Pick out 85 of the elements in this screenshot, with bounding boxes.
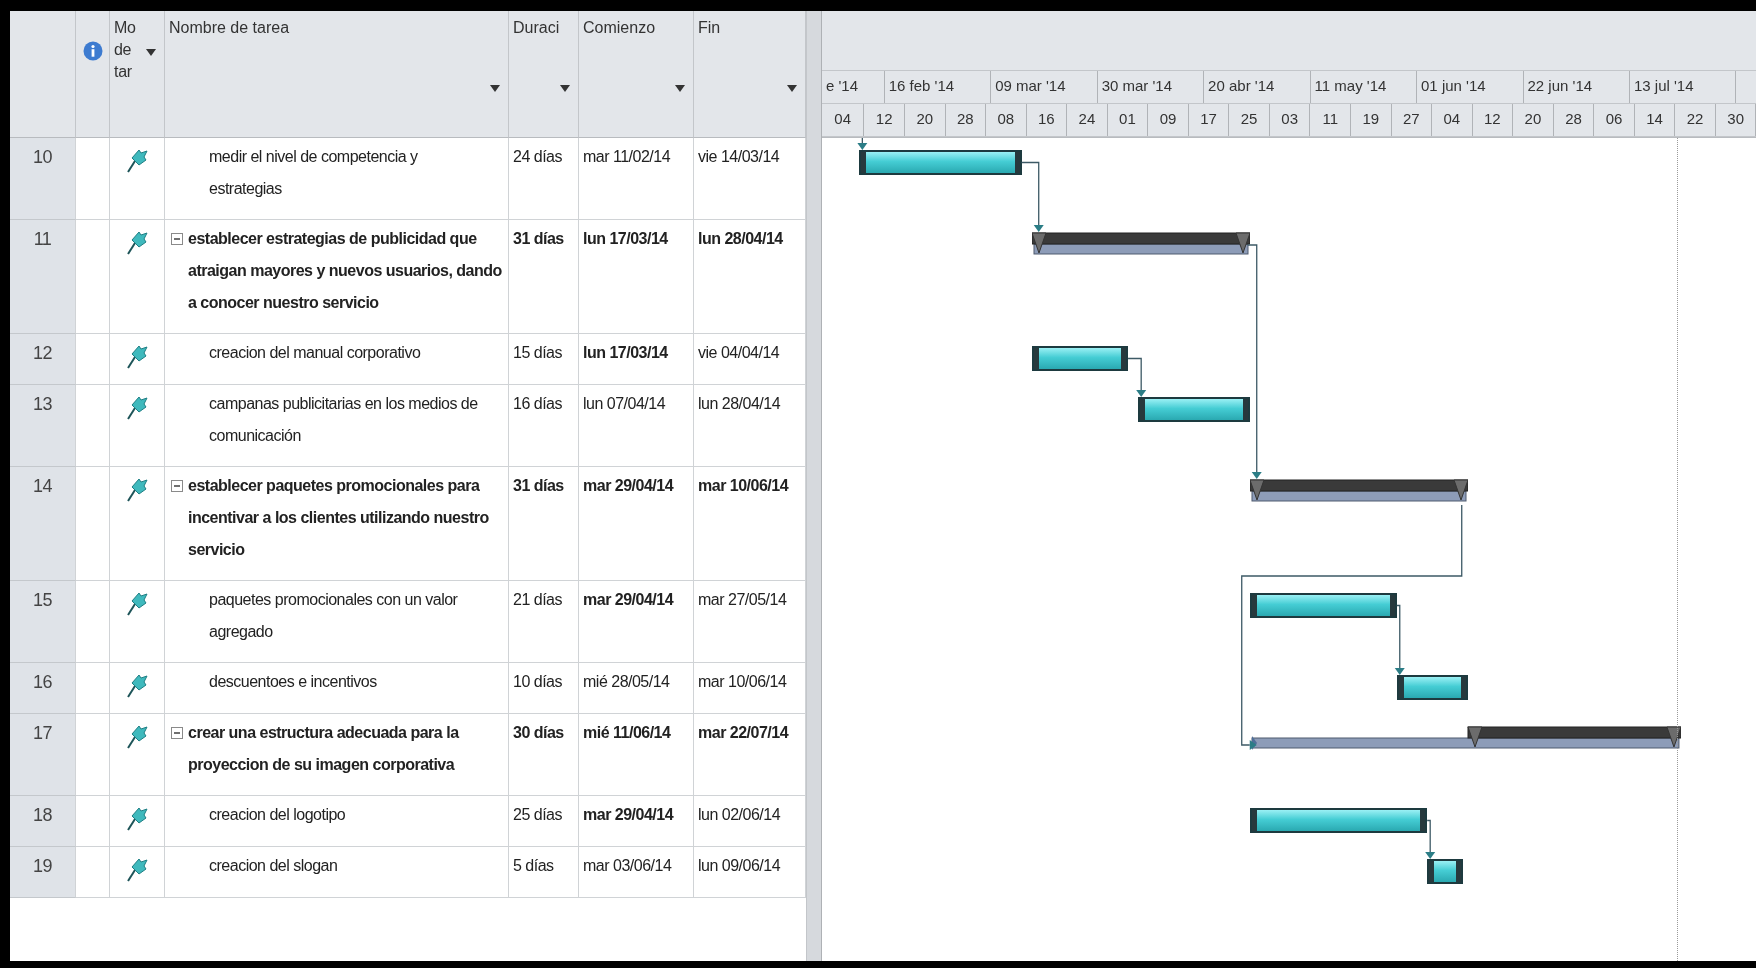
info-icon <box>82 41 103 61</box>
row-number: 14 <box>10 467 76 581</box>
timescale-cell: 11 <box>1310 104 1351 136</box>
task-name: medir el nivel de competencia y estrategias <box>209 147 419 199</box>
start-date: lun 17/03/14 <box>579 334 694 385</box>
timescale-cell: 06 <box>1594 104 1635 136</box>
timescale-cell: 20 <box>904 104 946 136</box>
column-header[interactable]: Nombre de tarea <box>165 11 509 138</box>
timescale-cell: 13 jul '14 <box>1629 71 1737 103</box>
timescale-cell: 01 <box>1107 104 1149 136</box>
start-date: mié 11/06/14 <box>579 714 694 796</box>
timescale-cell: 20 <box>1513 104 1554 136</box>
start-date: lun 17/03/14 <box>579 220 694 334</box>
start-date: mié 28/05/14 <box>579 663 694 714</box>
timescale-cell: 30 mar '14 <box>1097 71 1205 103</box>
timescale-cell: 22 <box>1675 104 1716 136</box>
collapse-icon[interactable] <box>171 727 183 739</box>
task-name: creacion del logotipo <box>209 805 346 825</box>
timescale-cell: 20 abr '14 <box>1204 71 1311 103</box>
duration-cell: 16 días <box>509 385 579 467</box>
duration-cell: 24 días <box>509 138 579 220</box>
row-number: 17 <box>10 714 76 796</box>
duration-cell: 31 días <box>509 220 579 334</box>
collapse-icon[interactable] <box>171 233 183 245</box>
timescale-cell: 22 jun '14 <box>1523 71 1630 103</box>
duration-cell: 5 días <box>509 847 579 898</box>
duration-cell: 31 días <box>509 467 579 581</box>
duration-cell: 30 días <box>509 714 579 796</box>
duration-cell: 15 días <box>509 334 579 385</box>
start-date: mar 03/06/14 <box>579 847 694 898</box>
timescale-cell: 28 <box>1553 104 1595 136</box>
timescale-cell: 08 <box>986 104 1027 136</box>
timescale-cell: 24 <box>1067 104 1108 136</box>
column-header[interactable]: Comienzo <box>579 11 694 138</box>
row-number: 12 <box>10 334 76 385</box>
dropdown-icon[interactable] <box>787 85 797 92</box>
timescale-cell: 28 <box>945 104 987 136</box>
task-name: creacion del manual corporativo <box>209 343 421 363</box>
row-number: 11 <box>10 220 76 334</box>
timescale-cell: 16 feb '14 <box>884 71 992 103</box>
timescale-cell: 14 <box>1634 104 1676 136</box>
column-header[interactable]: Mo de tar <box>110 11 165 138</box>
dropdown-icon[interactable] <box>490 85 500 92</box>
timescale-cell: 11 may '14 <box>1310 71 1418 103</box>
timescale-cell: 09 mar '14 <box>991 71 1098 103</box>
row-number: 15 <box>10 581 76 663</box>
task-name: crear una estructura adecuada para la proyeccion de su imagen corporativa <box>188 723 461 775</box>
timescale-cell: 27 <box>1391 104 1433 136</box>
task-name: campanas publicitarias en los medios de comunicación <box>209 394 479 446</box>
timescale-cell: 25 <box>1229 104 1270 136</box>
timescale-cell: 17 <box>1188 104 1230 136</box>
timescale-cell: 12 <box>864 104 905 136</box>
timescale-cell: 01 jun '14 <box>1417 71 1524 103</box>
duration-cell: 25 días <box>509 796 579 847</box>
start-date: mar 29/04/14 <box>579 467 694 581</box>
dropdown-icon[interactable] <box>146 49 156 56</box>
task-bar <box>1396 675 1468 700</box>
collapse-icon[interactable] <box>171 480 183 492</box>
start-date: lun 07/04/14 <box>579 385 694 467</box>
timescale-cell: 03 <box>1269 104 1311 136</box>
task-name: paquetes promocionales con un valor agregado <box>209 590 459 642</box>
start-date: mar 29/04/14 <box>579 581 694 663</box>
row-number: 19 <box>10 847 76 898</box>
task-name: establecer paquetes promocionales para incentivar a los clientes utilizando nuestro servicio <box>188 476 490 560</box>
dropdown-icon[interactable] <box>560 85 570 92</box>
row-number: 10 <box>10 138 76 220</box>
column-header[interactable]: Duraci <box>509 11 579 138</box>
timescale-cell: 12 <box>1472 104 1514 136</box>
dropdown-icon[interactable] <box>675 85 685 92</box>
row-number: 13 <box>10 385 76 467</box>
timescale-cell: 09 <box>1148 104 1189 136</box>
start-date: mar 29/04/14 <box>579 796 694 847</box>
start-date: mar 11/02/14 <box>579 138 694 220</box>
timescale-cell: 19 <box>1350 104 1392 136</box>
task-name: descuentoes e incentivos <box>209 672 377 692</box>
task-name: establecer estrategias de publicidad que atraigan mayores y nuevos usuarios, dando a conocer nuestro servicio <box>188 229 503 313</box>
duration-cell: 21 días <box>509 581 579 663</box>
timescale-cell: 30 <box>1715 104 1756 136</box>
task-bar <box>1427 859 1463 884</box>
timescale-cell: 04 <box>1432 104 1473 136</box>
task-name: creacion del slogan <box>209 856 338 876</box>
row-number: 16 <box>10 663 76 714</box>
timescale-cell: 16 <box>1026 104 1068 136</box>
row-number: 18 <box>10 796 76 847</box>
duration-cell: 10 días <box>509 663 579 714</box>
